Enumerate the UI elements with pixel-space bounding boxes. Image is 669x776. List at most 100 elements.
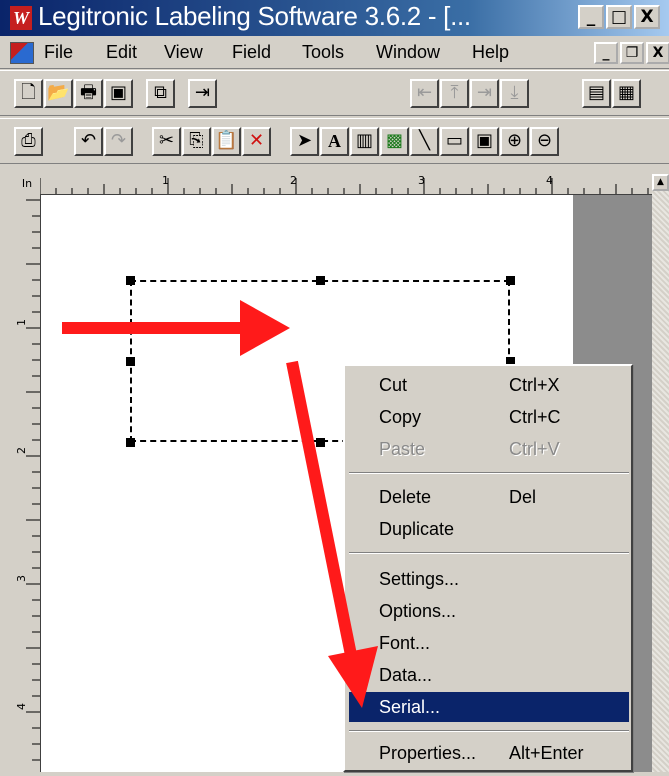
- align-left-icon[interactable]: ⇤: [410, 79, 439, 108]
- ctx-shortcut: Del: [509, 487, 537, 507]
- align-bottom-icon[interactable]: ⤓: [500, 79, 529, 108]
- text-tool-icon[interactable]: A: [320, 127, 349, 156]
- window-title: Legitronic Labeling Software 3.6.2 - [..…: [38, 1, 471, 31]
- horizontal-ruler: 1 2 3 4: [14, 174, 652, 195]
- resize-handle-tl[interactable]: [126, 276, 135, 285]
- doc-close-button[interactable]: X: [646, 42, 669, 64]
- ctx-item-font[interactable]: Font...: [349, 628, 629, 658]
- line-tool-icon[interactable]: ╲: [410, 127, 439, 156]
- ruler-label-2: 2: [290, 174, 297, 187]
- delete-x-icon[interactable]: ✕: [242, 127, 271, 156]
- align-right-icon[interactable]: ⇥: [470, 79, 499, 108]
- ctx-separator: [349, 552, 629, 554]
- vertical-ruler: 1 2 3 4: [14, 194, 41, 772]
- ctx-label: Data...: [379, 665, 433, 685]
- ctx-item-delete[interactable]: Delete Del: [349, 482, 629, 512]
- menu-window[interactable]: Window: [376, 42, 440, 63]
- resize-handle-tc[interactable]: [316, 276, 325, 285]
- ctx-item-properties[interactable]: Properties... Alt+Enter: [349, 738, 629, 768]
- main-toolbar: 🗋 📂 🖶 ▣ ⧉ ⇥ ⇤ ⤒ ⇥ ⤓ ▤ ▦: [0, 70, 669, 116]
- ctx-label: Properties...: [379, 743, 477, 763]
- ctx-shortcut: Ctrl+X: [509, 375, 560, 395]
- maximize-button[interactable]: □: [606, 5, 632, 29]
- vertical-scrollbar[interactable]: [652, 174, 669, 772]
- ctx-shortcut: Alt+Enter: [509, 743, 584, 763]
- resize-handle-bl[interactable]: [126, 438, 135, 447]
- ctx-shortcut: Ctrl+C: [509, 407, 561, 427]
- ruler-label-3: 3: [418, 174, 425, 187]
- rectangle-tool-icon[interactable]: ▭: [440, 127, 469, 156]
- ctx-label: Delete: [379, 487, 432, 507]
- ctx-label: Serial...: [379, 697, 441, 717]
- vruler-label-1: 1: [15, 319, 28, 326]
- image-tool-icon[interactable]: ▩: [380, 127, 409, 156]
- group-icon[interactable]: ▤: [582, 79, 611, 108]
- doc-minimize-button[interactable]: _: [594, 42, 618, 64]
- ungroup-icon[interactable]: ▦: [612, 79, 641, 108]
- field-box-icon[interactable]: ▣: [470, 127, 499, 156]
- ctx-item-duplicate[interactable]: Duplicate: [349, 514, 629, 544]
- menu-tools[interactable]: Tools: [302, 42, 344, 63]
- redo-icon[interactable]: ↷: [104, 127, 133, 156]
- ctx-item-serial[interactable]: Serial...: [349, 692, 629, 722]
- menu-help[interactable]: Help: [472, 42, 509, 63]
- new-file-icon[interactable]: 🗋: [14, 79, 43, 108]
- vertical-ruler-ticks: [26, 199, 40, 761]
- context-menu: Cut Ctrl+X Copy Ctrl+C Paste Ctrl+V Dele…: [343, 364, 633, 772]
- ruler-label-1: 1: [162, 174, 169, 187]
- title-bar: W Legitronic Labeling Software 3.6.2 - […: [0, 0, 669, 36]
- ctx-item-cut[interactable]: Cut Ctrl+X: [349, 370, 629, 400]
- align-top-icon[interactable]: ⤒: [440, 79, 469, 108]
- undo-icon[interactable]: ↶: [74, 127, 103, 156]
- ctx-label: Cut: [379, 375, 408, 395]
- doc-restore-button[interactable]: ❐: [620, 42, 644, 64]
- horizontal-ruler-ticks: [39, 178, 649, 194]
- vruler-label-3: 3: [15, 575, 28, 582]
- zoom-out-icon[interactable]: ⊖: [530, 127, 559, 156]
- vruler-label-2: 2: [15, 447, 28, 454]
- ctx-item-settings[interactable]: Settings...: [349, 564, 629, 594]
- copy-icon[interactable]: ⎘: [182, 127, 211, 156]
- resize-handle-ml[interactable]: [126, 357, 135, 366]
- open-folder-icon[interactable]: 📂: [44, 79, 73, 108]
- app-logo-icon[interactable]: W: [10, 6, 32, 30]
- ctx-label: Paste: [379, 439, 426, 459]
- exit-door-icon[interactable]: ⇥: [188, 79, 217, 108]
- ruler-label-4: 4: [546, 174, 553, 187]
- minimize-button[interactable]: _: [578, 5, 604, 29]
- ctx-label: Copy: [379, 407, 422, 427]
- ctx-item-paste[interactable]: Paste Ctrl+V: [349, 434, 629, 464]
- ctx-label: Font...: [379, 633, 431, 653]
- cut-scissors-icon[interactable]: ✂: [152, 127, 181, 156]
- menu-file[interactable]: File: [44, 42, 73, 63]
- ctx-shortcut: Ctrl+V: [509, 439, 560, 459]
- resize-handle-bc[interactable]: [316, 438, 325, 447]
- ctx-item-options[interactable]: Options...: [349, 596, 629, 626]
- document-icon[interactable]: [10, 42, 34, 64]
- barcode-tool-icon[interactable]: ▥: [350, 127, 379, 156]
- ctx-item-copy[interactable]: Copy Ctrl+C: [349, 402, 629, 432]
- menu-edit[interactable]: Edit: [106, 42, 137, 63]
- tools-toolbar: ⎙ ↶ ↷ ✂ ⎘ 📋 ✕ ➤ A ▥ ▩ ╲ ▭ ▣ ⊕ ⊖: [0, 118, 669, 164]
- ctx-label: Settings...: [379, 569, 460, 589]
- zoom-in-icon[interactable]: ⊕: [500, 127, 529, 156]
- vruler-label-4: 4: [15, 703, 28, 710]
- pointer-arrow-icon[interactable]: ➤: [290, 127, 319, 156]
- printer-icon[interactable]: ⎙: [14, 127, 43, 156]
- resize-handle-tr[interactable]: [506, 276, 515, 285]
- menu-field[interactable]: Field: [232, 42, 271, 63]
- menu-view[interactable]: View: [164, 42, 203, 63]
- menu-bar: File Edit View Field Tools Window Help _…: [0, 36, 669, 69]
- save-disk-icon[interactable]: ▣: [104, 79, 133, 108]
- close-button[interactable]: X: [634, 5, 660, 29]
- ruler-unit-label: In: [14, 174, 40, 194]
- ctx-label: Options...: [379, 601, 457, 621]
- paste-clipboard-icon[interactable]: 📋: [212, 127, 241, 156]
- print-preview-icon[interactable]: 🖶: [74, 79, 103, 108]
- ctx-item-data[interactable]: Data...: [349, 660, 629, 690]
- picture-icon[interactable]: ⧉: [146, 79, 175, 108]
- ctx-separator: [349, 472, 629, 474]
- ctx-label: Duplicate: [379, 519, 455, 539]
- scroll-up-arrow-icon[interactable]: ▲: [652, 174, 669, 191]
- ctx-separator: [349, 730, 629, 732]
